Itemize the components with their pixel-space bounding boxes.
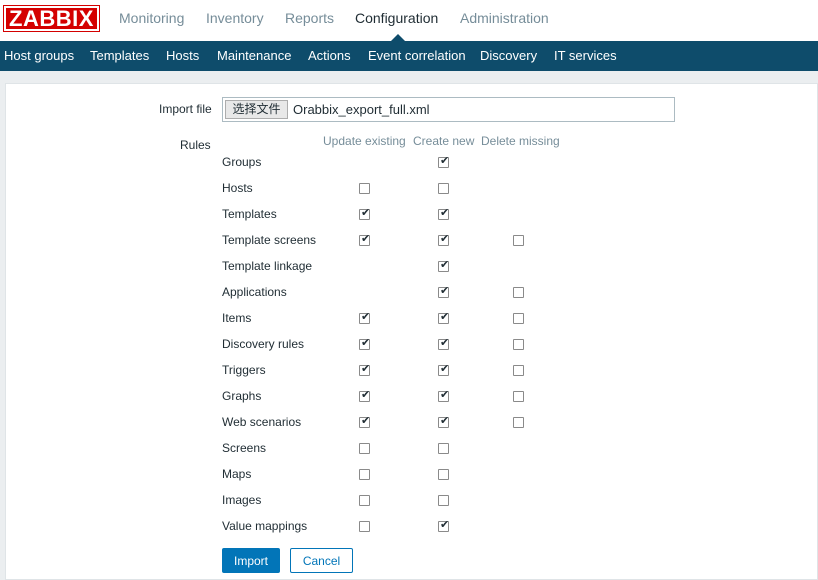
web-scenarios-update-checkbox[interactable]: ✔ — [359, 414, 371, 428]
images-update-checkbox[interactable] — [359, 495, 370, 506]
import-panel — [5, 83, 818, 580]
triggers-create-checkbox[interactable]: ✔ — [438, 362, 450, 376]
check-icon: ✔ — [440, 310, 450, 323]
rule-label-templates: Templates — [222, 207, 277, 221]
sub-nav: Host groups Templates Hosts Maintenance … — [0, 41, 818, 71]
subnav-maintenance[interactable]: Maintenance — [217, 48, 291, 63]
items-update-checkbox[interactable]: ✔ — [359, 310, 371, 324]
discovery-rules-delete-checkbox[interactable] — [513, 339, 524, 350]
check-icon: ✔ — [440, 258, 450, 271]
nav-configuration[interactable]: Configuration — [355, 10, 438, 26]
items-delete-checkbox[interactable] — [513, 313, 524, 324]
check-icon: ✔ — [440, 206, 450, 219]
maps-update-checkbox[interactable] — [359, 469, 370, 480]
hosts-create-checkbox[interactable] — [438, 183, 449, 194]
check-icon: ✔ — [440, 362, 450, 375]
rule-label-maps: Maps — [222, 467, 252, 481]
graphs-update-checkbox[interactable]: ✔ — [359, 388, 371, 402]
rule-label-triggers: Triggers — [222, 363, 266, 377]
check-icon: ✔ — [440, 414, 450, 427]
subnav-discovery[interactable]: Discovery — [480, 48, 537, 63]
cancel-button[interactable]: Cancel — [290, 548, 353, 573]
triggers-delete-checkbox[interactable] — [513, 365, 524, 376]
check-icon: ✔ — [440, 232, 450, 245]
rule-label-screens: Screens — [222, 441, 267, 455]
nav-inventory[interactable]: Inventory — [206, 10, 264, 26]
discovery-rules-create-checkbox[interactable]: ✔ — [438, 336, 450, 350]
check-icon: ✔ — [361, 414, 371, 427]
template-screens-delete-checkbox[interactable] — [513, 235, 524, 246]
rule-label-groups: Groups — [222, 155, 262, 169]
templates-update-checkbox[interactable]: ✔ — [359, 206, 371, 220]
rule-label-items: Items — [222, 311, 252, 325]
choose-file-button[interactable]: 选择文件 — [225, 100, 288, 119]
check-icon: ✔ — [440, 388, 450, 401]
check-icon: ✔ — [440, 284, 450, 297]
subnav-it-services[interactable]: IT services — [554, 48, 617, 63]
images-create-checkbox[interactable] — [438, 495, 449, 506]
top-bar: ZABBIX Monitoring Inventory Reports Conf… — [0, 0, 818, 41]
subnav-host-groups[interactable]: Host groups — [4, 48, 74, 63]
applications-create-checkbox[interactable]: ✔ — [438, 284, 450, 298]
value-mappings-update-checkbox[interactable] — [359, 521, 370, 532]
subnav-templates[interactable]: Templates — [90, 48, 149, 63]
template-screens-update-checkbox[interactable]: ✔ — [359, 232, 371, 246]
check-icon: ✔ — [361, 232, 371, 245]
templates-create-checkbox[interactable]: ✔ — [438, 206, 450, 220]
col-update-existing: Update existing — [323, 134, 406, 148]
nav-administration[interactable]: Administration — [460, 10, 549, 26]
graphs-create-checkbox[interactable]: ✔ — [438, 388, 450, 402]
screens-create-checkbox[interactable] — [438, 443, 449, 454]
rule-label-template-screens: Template screens — [222, 233, 317, 247]
rule-label-hosts: Hosts — [222, 181, 253, 195]
check-icon: ✔ — [361, 206, 371, 219]
value-mappings-create-checkbox[interactable]: ✔ — [438, 518, 450, 532]
maps-create-checkbox[interactable] — [438, 469, 449, 480]
rule-label-template-linkage: Template linkage — [222, 259, 313, 273]
template-screens-create-checkbox[interactable]: ✔ — [438, 232, 450, 246]
subnav-actions[interactable]: Actions — [308, 48, 351, 63]
discovery-rules-update-checkbox[interactable]: ✔ — [359, 336, 371, 350]
zabbix-logo[interactable]: ZABBIX — [3, 5, 100, 32]
items-create-checkbox[interactable]: ✔ — [438, 310, 450, 324]
rule-label-images: Images — [222, 493, 262, 507]
triggers-update-checkbox[interactable]: ✔ — [359, 362, 371, 376]
check-icon: ✔ — [440, 518, 450, 531]
file-input[interactable]: 选择文件 Orabbix_export_full.xml — [222, 97, 675, 122]
graphs-delete-checkbox[interactable] — [513, 391, 524, 402]
subnav-hosts[interactable]: Hosts — [166, 48, 199, 63]
web-scenarios-create-checkbox[interactable]: ✔ — [438, 414, 450, 428]
rule-label-applications: Applications — [222, 285, 287, 299]
active-nav-caret — [391, 34, 405, 41]
check-icon: ✔ — [361, 388, 371, 401]
subnav-event-correlation[interactable]: Event correlation — [368, 48, 466, 63]
rules-label: Rules — [180, 138, 211, 152]
import-file-label: Import file — [159, 102, 212, 116]
nav-reports[interactable]: Reports — [285, 10, 334, 26]
web-scenarios-delete-checkbox[interactable] — [513, 417, 524, 428]
check-icon: ✔ — [361, 310, 371, 323]
import-button[interactable]: Import — [222, 548, 280, 573]
col-create-new: Create new — [413, 134, 475, 148]
check-icon: ✔ — [361, 362, 371, 375]
rule-label-discovery-rules: Discovery rules — [222, 337, 305, 351]
screens-update-checkbox[interactable] — [359, 443, 370, 454]
applications-delete-checkbox[interactable] — [513, 287, 524, 298]
col-delete-missing: Delete missing — [481, 134, 560, 148]
file-name: Orabbix_export_full.xml — [293, 102, 430, 117]
check-icon: ✔ — [440, 154, 450, 167]
hosts-update-checkbox[interactable] — [359, 183, 370, 194]
nav-monitoring[interactable]: Monitoring — [119, 10, 184, 26]
check-icon: ✔ — [440, 336, 450, 349]
check-icon: ✔ — [361, 336, 371, 349]
rule-label-web-scenarios: Web scenarios — [222, 415, 302, 429]
rule-label-value-mappings: Value mappings — [222, 519, 308, 533]
rule-label-graphs: Graphs — [222, 389, 262, 403]
groups-create-checkbox[interactable]: ✔ — [438, 154, 450, 168]
template-linkage-create-checkbox[interactable]: ✔ — [438, 258, 450, 272]
